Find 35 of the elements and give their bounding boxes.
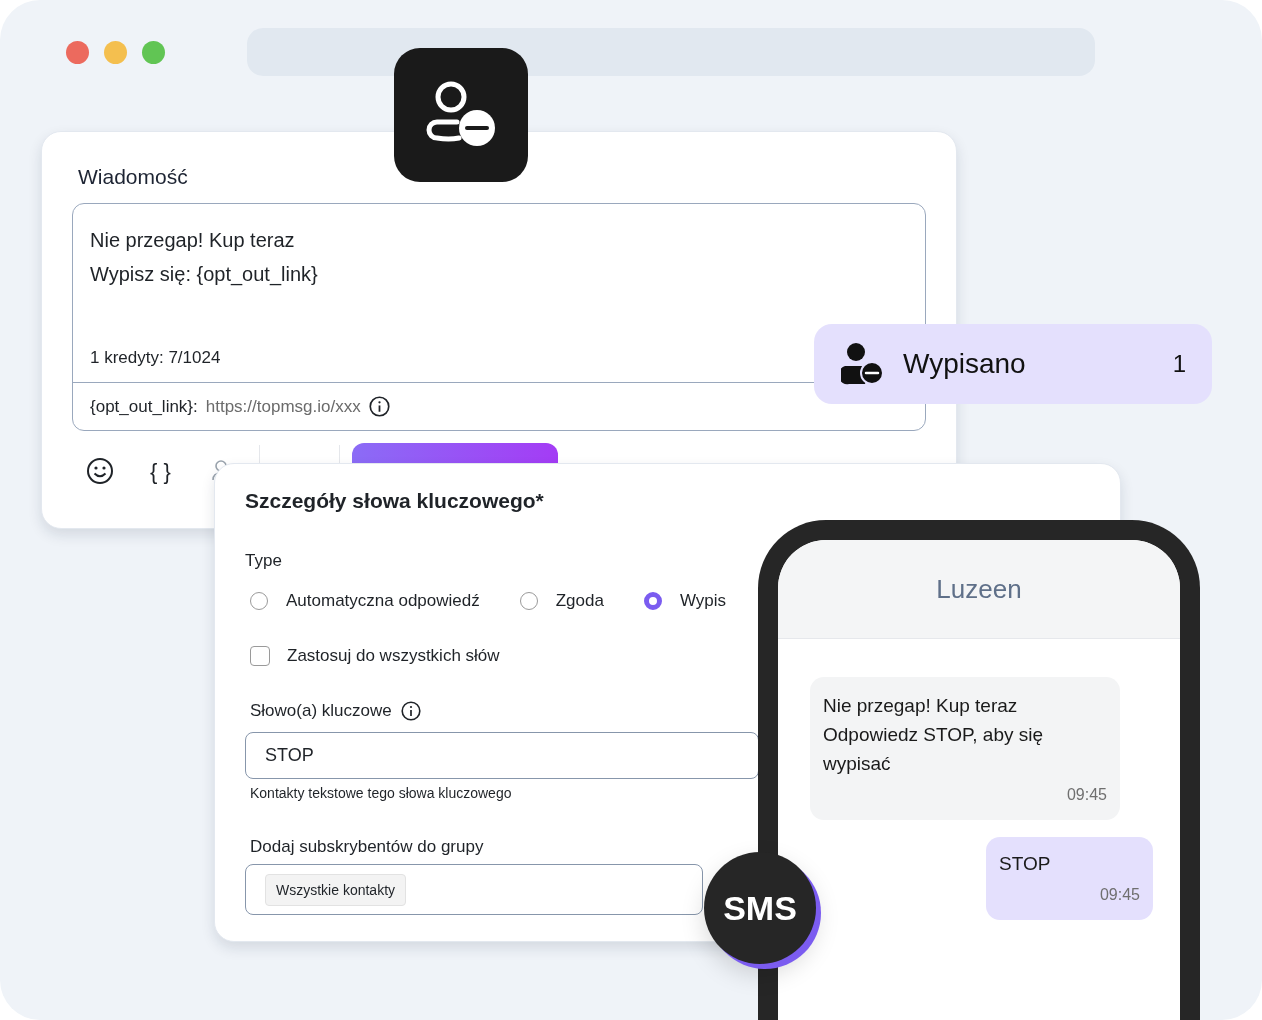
radio-button[interactable] xyxy=(643,592,662,610)
message-time: 09:45 xyxy=(1099,885,1140,905)
window-control-dot[interactable] xyxy=(104,41,127,64)
field-label: Wiadomość xyxy=(78,164,188,190)
remove-user-icon xyxy=(841,342,885,386)
field-label: Type xyxy=(245,550,283,572)
message-text: Odpowiedz STOP, aby się wypisać xyxy=(823,723,1045,776)
smiley-icon[interactable] xyxy=(86,457,114,485)
radio-option[interactable]: Automatyczna odpowiedź xyxy=(250,591,480,611)
link-label: {opt_out_link}: xyxy=(90,396,198,417)
contact-name: Luzeen xyxy=(936,573,1022,605)
field-label: Dodaj subskrybentów do grupy xyxy=(250,837,485,857)
status-count: 1 xyxy=(1172,350,1186,378)
variables-button[interactable]: { } xyxy=(150,459,171,485)
message-text: STOP xyxy=(999,852,1052,876)
message-text: Wypisz się: {opt_out_link} xyxy=(90,262,318,288)
info-icon xyxy=(400,701,421,721)
card-title: Szczegóły słowa kluczowego* xyxy=(245,488,545,514)
field-hint: Kontakty tekstowe tego słowa kluczowego xyxy=(250,785,512,801)
window-control-dot[interactable] xyxy=(66,41,89,64)
message-time: 09:45 xyxy=(1066,785,1107,805)
radio-option[interactable]: Zgoda xyxy=(519,591,604,611)
checkbox-option[interactable]: Zastosuj do wszystkich słów xyxy=(250,643,500,669)
credit-counter: 1 kredyty: 7/1024 xyxy=(90,348,221,368)
group-field[interactable]: Wszystkie kontakty xyxy=(245,864,703,915)
radio-option[interactable]: Wypis xyxy=(643,591,727,611)
info-icon xyxy=(368,396,390,417)
group-tag[interactable]: Wszystkie kontakty xyxy=(265,873,407,906)
message-text: Nie przegap! Kup teraz xyxy=(823,694,1019,718)
window-control-dot[interactable] xyxy=(142,41,165,64)
field-label: Słowo(a) kluczowe xyxy=(250,701,392,721)
message-text: Nie przegap! Kup teraz xyxy=(90,228,295,253)
link-value: https://topmsg.io/xxx xyxy=(205,396,361,417)
action-button[interactable] xyxy=(351,443,558,464)
checkbox[interactable] xyxy=(250,646,270,666)
